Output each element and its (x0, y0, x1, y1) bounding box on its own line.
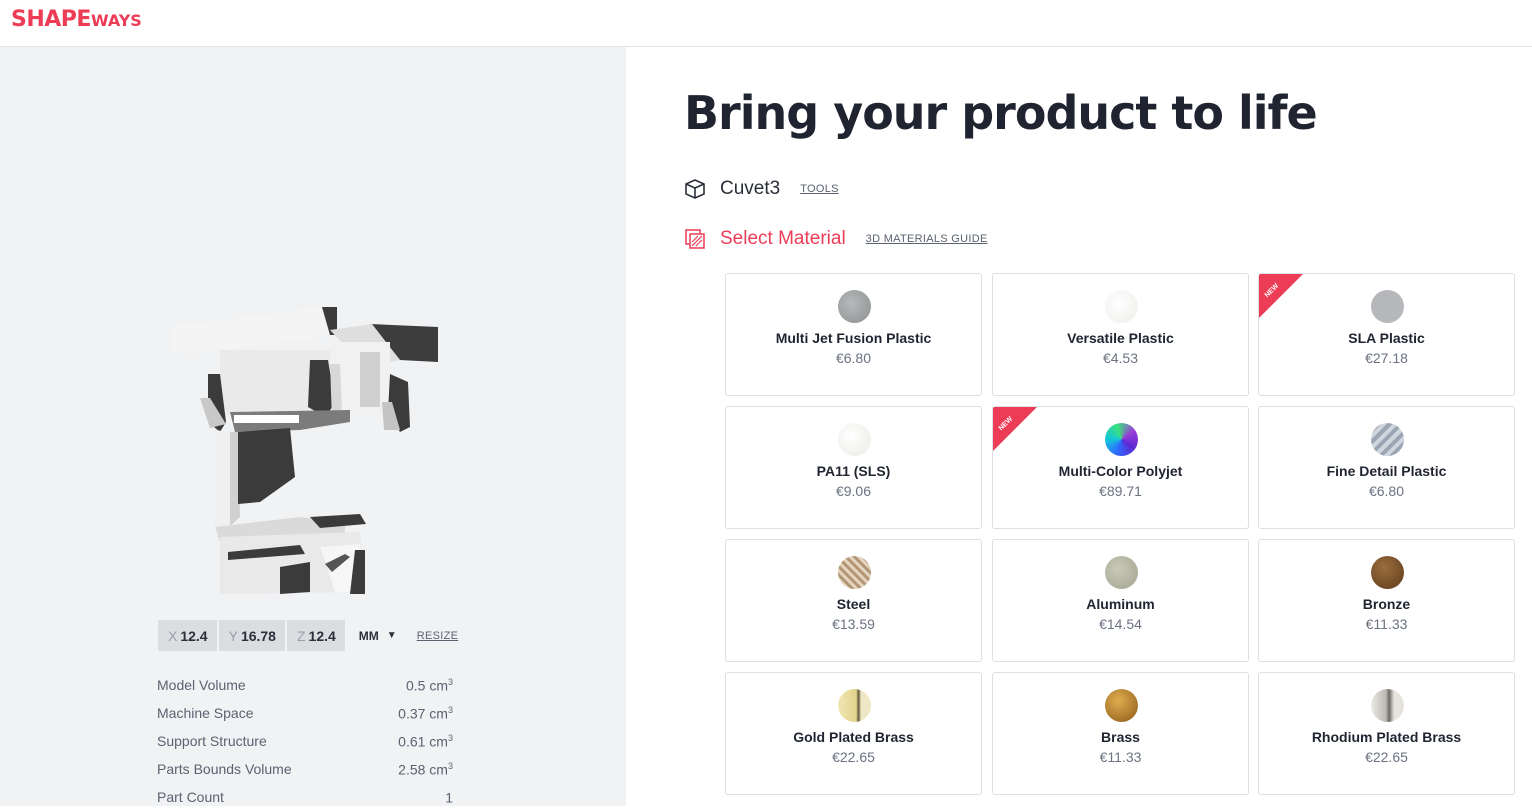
stat-value: 0.5 cm3 (405, 676, 453, 694)
material-name: Versatile Plastic (1067, 330, 1174, 346)
material-swatch-icon (837, 423, 871, 456)
material-name: Fine Detail Plastic (1326, 463, 1447, 479)
material-swatch-icon (1370, 689, 1404, 722)
dimension-value: 12.4 (180, 627, 208, 644)
select-material-title: Select Material (720, 228, 846, 249)
dimension-z: Z 12.4 (286, 620, 345, 651)
material-swatch-icon (1104, 290, 1138, 323)
material-swatch-icon (837, 290, 871, 323)
dimension-value: 12.4 (308, 627, 336, 644)
page-title: Bring your product to life (684, 86, 1318, 140)
model-name: Cuvet3 (720, 178, 781, 199)
material-price: €4.53 (1102, 350, 1139, 366)
stat-label: Part Count (157, 789, 224, 805)
axis-label: Y (228, 627, 238, 644)
material-price: €89.71 (1099, 483, 1142, 499)
material-name: Steel (836, 596, 871, 612)
material-price: €22.65 (832, 749, 875, 765)
material-card[interactable]: Fine Detail Plastic €6.80 (1258, 406, 1515, 529)
material-swatch-icon (1370, 290, 1404, 323)
dimensions-bar: X 12.4 Y 16.78 Z 12.4 MM ▼ RESIZE (158, 620, 458, 651)
top-navigation-bar: SHAPEWAYS (0, 0, 1532, 47)
material-price: €11.33 (1099, 749, 1142, 765)
material-card[interactable]: Bronze €11.33 (1258, 539, 1515, 662)
material-name: SLA Plastic (1348, 330, 1425, 346)
material-price: €6.80 (835, 350, 872, 366)
unit-dropdown[interactable]: MM ▼ (359, 629, 397, 643)
material-name: Aluminum (1086, 596, 1155, 612)
material-card[interactable]: Aluminum €14.54 (992, 539, 1249, 662)
model-viewer-panel: X 12.4 Y 16.78 Z 12.4 MM ▼ RESIZE Model Volu… (0, 47, 626, 806)
material-name: Brass (1101, 729, 1140, 745)
material-card[interactable]: Versatile Plastic €4.53 (992, 273, 1249, 396)
model-stats: Model Volume 0.5 cm3 Machine Space 0.37 cm… (157, 671, 453, 811)
logo-text-sub: WAYS (90, 11, 142, 30)
material-price: €9.06 (835, 483, 872, 499)
material-price: €6.80 (1368, 483, 1405, 499)
cube-icon (685, 179, 705, 199)
material-card[interactable]: Rhodium Plated Brass €22.65 (1258, 672, 1515, 795)
material-card[interactable]: Steel €13.59 (725, 539, 982, 662)
material-price: €11.33 (1365, 616, 1408, 632)
stat-label: Model Volume (157, 677, 246, 693)
material-card[interactable]: Brass €11.33 (992, 672, 1249, 795)
material-card[interactable]: Gold Plated Brass €22.65 (725, 672, 982, 795)
3d-model-preview[interactable] (160, 302, 450, 602)
material-swatch-icon (837, 689, 871, 722)
stat-row: Parts Bounds Volume 2.58 cm3 (157, 755, 453, 783)
material-name: Multi-Color Polyjet (1058, 463, 1183, 479)
material-price: €27.18 (1365, 350, 1408, 366)
material-price: €22.65 (1365, 749, 1408, 765)
material-card[interactable]: PA11 (SLS) €9.06 (725, 406, 982, 529)
dimension-value: 16.78 (240, 627, 276, 644)
caret-down-icon: ▼ (386, 630, 397, 641)
stat-row: Part Count 1 (157, 783, 453, 811)
model-row: Cuvet3 TOOLS (684, 178, 839, 200)
resize-link[interactable]: RESIZE (417, 630, 459, 642)
material-name: Rhodium Plated Brass (1311, 729, 1462, 745)
material-card[interactable]: NEW SLA Plastic €27.18 (1258, 273, 1515, 396)
material-card[interactable]: Multi Jet Fusion Plastic €6.80 (725, 273, 982, 396)
stat-row: Model Volume 0.5 cm3 (157, 671, 453, 699)
material-swatch-icon (1370, 423, 1404, 456)
material-swatch-icon (837, 556, 871, 589)
material-name: Multi Jet Fusion Plastic (775, 330, 932, 346)
stat-value: 1 (445, 789, 453, 806)
stat-label: Machine Space (157, 705, 254, 721)
stat-label: Parts Bounds Volume (157, 761, 292, 777)
material-price: €14.54 (1099, 616, 1142, 632)
material-swatch-icon (1370, 556, 1404, 589)
stat-row: Machine Space 0.37 cm3 (157, 699, 453, 727)
tools-link[interactable]: TOOLS (800, 183, 839, 195)
stat-value: 0.37 cm3 (398, 704, 453, 722)
new-ribbon-badge: NEW (993, 407, 1037, 451)
unit-label: MM (358, 628, 379, 643)
material-name: PA11 (SLS) (816, 463, 891, 479)
stat-value: 2.58 cm3 (398, 760, 453, 778)
stat-row: Support Structure 0.61 cm3 (157, 727, 453, 755)
material-name: Bronze (1362, 596, 1411, 612)
dimension-y: Y 16.78 (218, 620, 285, 651)
stat-value: 0.61 cm3 (398, 732, 453, 750)
stat-label: Support Structure (157, 733, 267, 749)
axis-label: X (168, 627, 178, 644)
material-name: Gold Plated Brass (793, 729, 914, 745)
material-price: €13.59 (832, 616, 875, 632)
material-swatch-icon (1104, 556, 1138, 589)
material-swatch-icon (1104, 689, 1138, 722)
new-ribbon-badge: NEW (1259, 274, 1303, 318)
material-swatch-icon (1104, 423, 1138, 456)
materials-guide-link[interactable]: 3D MATERIALS GUIDE (866, 233, 988, 245)
shapeways-logo[interactable]: SHAPEWAYS (11, 7, 142, 32)
material-card[interactable]: NEW Multi-Color Polyjet €89.71 (992, 406, 1249, 529)
logo-text-main: SHAPE (11, 7, 91, 32)
select-material-row: Select Material 3D MATERIALS GUIDE (684, 228, 988, 250)
dimension-x: X 12.4 (158, 620, 217, 651)
axis-label: Z (296, 627, 306, 644)
material-swatch-icon (685, 229, 705, 249)
